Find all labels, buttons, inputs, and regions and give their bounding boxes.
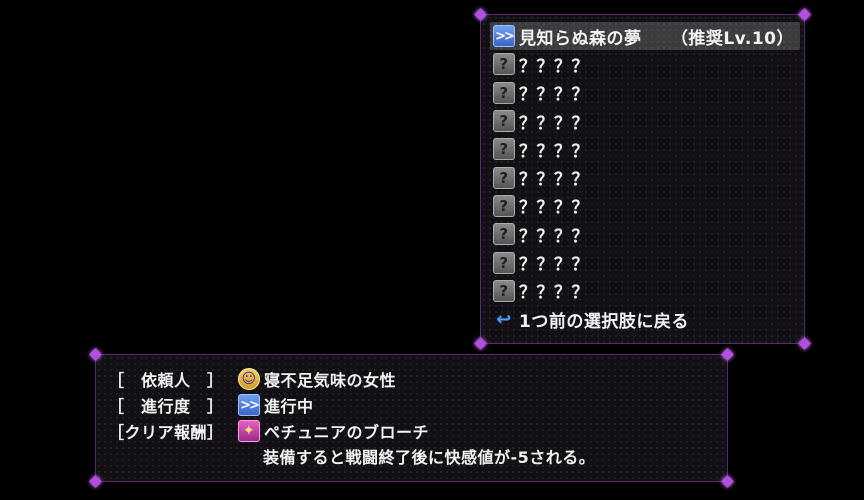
quest-title: ？？？？ [519, 141, 589, 162]
window-corner-ornament [474, 337, 487, 350]
progress-label: ［ 進行度 ］ [108, 397, 224, 416]
reward-row: ［クリア報酬］ ✦ ペチュニアのブローチ [108, 418, 429, 444]
question-mark-icon: ? [493, 251, 515, 274]
window-corner-ornament [89, 475, 102, 488]
question-mark-icon: ? [493, 138, 515, 161]
window-corner-ornament [721, 475, 734, 488]
question-mark-icon: ? [493, 81, 515, 104]
question-mark-icon: ? [493, 194, 515, 217]
forward-arrow-icon: >> [238, 394, 260, 416]
quest-item-locked[interactable]: ? ？？？？ [490, 107, 800, 135]
reward-value: ペチュニアのブローチ [264, 423, 430, 442]
quest-item-selected[interactable]: >> 見知らぬ森の夢 （推奨Lv.10） [490, 22, 800, 51]
quest-title: ？？？？ [519, 255, 589, 276]
question-mark-icon: ? [493, 53, 515, 76]
quest-list-window: >> 見知らぬ森の夢 （推奨Lv.10） ? ？？？？ ? ？？？？ ? ？？？… [474, 8, 811, 350]
character-portrait-icon: ☺ [238, 368, 260, 390]
quest-item-locked[interactable]: ? ？？？？ [490, 50, 800, 78]
progress-value: 進行中 [264, 397, 314, 416]
quest-title: ？？？？ [519, 85, 589, 106]
window-corner-ornament [721, 348, 734, 361]
client-row: ［ 依頼人 ］ ☺ 寝不足気味の女性 [108, 366, 396, 392]
forward-arrow-icon: >> [493, 25, 515, 48]
quest-list: >> 見知らぬ森の夢 （推奨Lv.10） ? ？？？？ ? ？？？？ ? ？？？… [490, 22, 800, 333]
quest-details-window: ［ 依頼人 ］ ☺ 寝不足気味の女性 ［ 進行度 ］ >> 進行中 ［クリア報酬… [89, 348, 734, 488]
quest-title: ？？？？ [519, 113, 589, 134]
quest-item-locked[interactable]: ? ？？？？ [490, 192, 800, 220]
question-mark-icon: ? [493, 223, 515, 246]
question-mark-icon: ? [493, 166, 515, 189]
quest-item-locked[interactable]: ? ？？？？ [490, 135, 800, 163]
window-corner-ornament [798, 337, 811, 350]
quest-title: ？？？？ [519, 170, 589, 191]
progress-row: ［ 進行度 ］ >> 進行中 [108, 392, 314, 418]
quest-title: ？？？？ [519, 198, 589, 219]
quest-item-locked[interactable]: ? ？？？？ [490, 248, 800, 276]
back-label: 1つ前の選択肢に戻る [519, 311, 689, 332]
client-label: ［ 依頼人 ］ [108, 371, 224, 390]
quest-item-locked[interactable]: ? ？？？？ [490, 79, 800, 107]
quest-item-locked[interactable]: ? ？？？？ [490, 163, 800, 191]
question-mark-icon: ? [493, 279, 515, 302]
reward-description: 装備すると戦闘終了後に快感値が-5される。 [263, 448, 596, 467]
window-corner-ornament [798, 8, 811, 21]
quest-title: ？？？？ [519, 283, 589, 304]
reward-label: ［クリア報酬］ [108, 423, 224, 442]
brooch-item-icon: ✦ [238, 420, 260, 442]
window-corner-ornament [474, 8, 487, 21]
quest-item-locked[interactable]: ? ？？？？ [490, 220, 800, 248]
back-option[interactable]: ↩ 1つ前の選択肢に戻る [490, 305, 800, 333]
return-arrow-icon: ↩ [496, 308, 512, 330]
question-mark-icon: ? [493, 110, 515, 133]
quest-title: ？？？？ [519, 226, 589, 247]
quest-item-locked[interactable]: ? ？？？？ [490, 277, 800, 305]
quest-title: ？？？？ [519, 56, 589, 77]
client-value: 寝不足気味の女性 [264, 371, 397, 390]
quest-title: 見知らぬ森の夢 [519, 28, 642, 49]
window-corner-ornament [89, 348, 102, 361]
recommended-level: （推奨Lv.10） [670, 28, 794, 49]
